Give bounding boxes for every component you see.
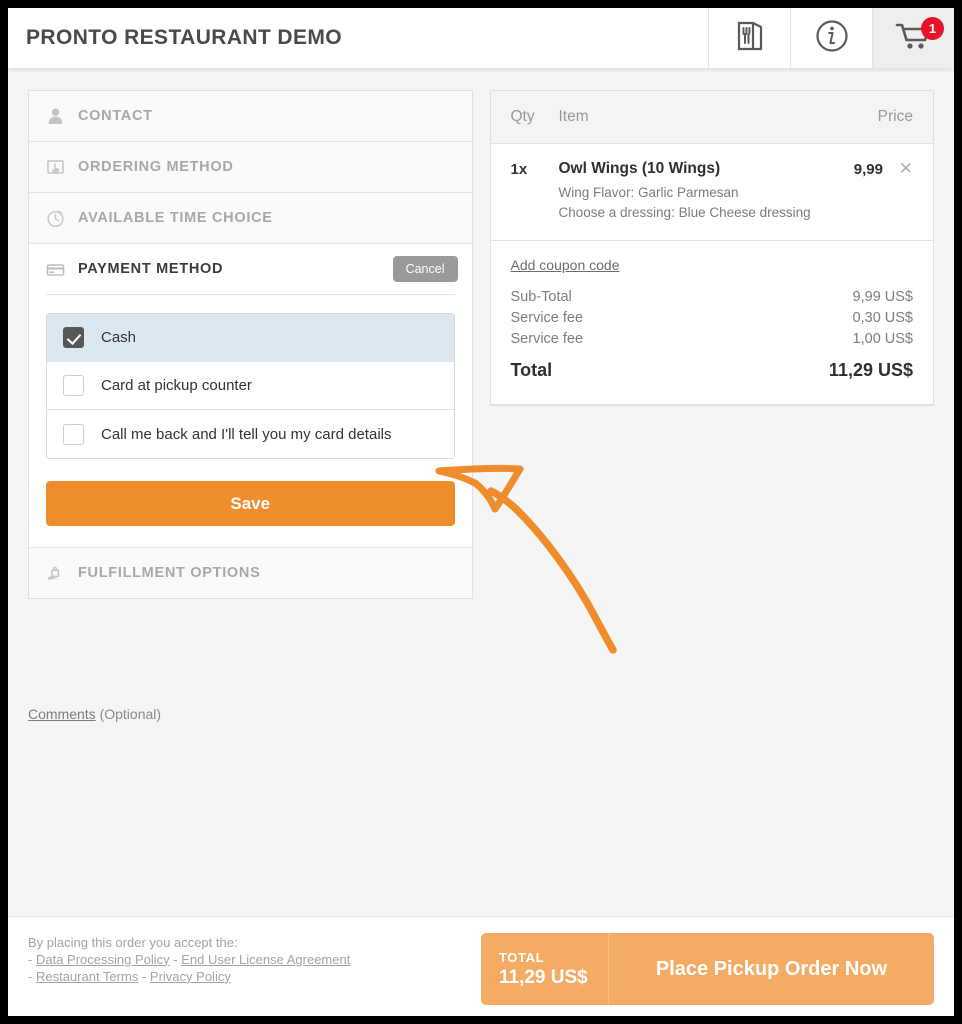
order-button-total: TOTAL 11,29 US$: [481, 933, 609, 1005]
section-header-contact[interactable]: CONTACT: [29, 91, 472, 141]
cart-item-option: Wing Flavor: Garlic Parmesan: [558, 185, 739, 200]
grand-total-label: Total: [510, 360, 553, 381]
section-label-payment-method: PAYMENT METHOD: [78, 261, 224, 277]
divider: [46, 294, 455, 295]
comments-optional-note: (Optional): [99, 706, 162, 722]
payment-option-label: Call me back and I'll tell you my card d…: [101, 425, 392, 443]
checkbox-card-at-pickup[interactable]: [63, 375, 84, 396]
order-button-cta-label: Place Pickup Order Now: [655, 957, 888, 980]
legal-text: By placing this order you accept the: - …: [28, 933, 481, 986]
save-button[interactable]: Save: [46, 481, 455, 526]
cart-item-price: 9,99: [853, 161, 883, 178]
payment-option-cash[interactable]: Cash: [47, 314, 454, 362]
order-summary-panel: Qty Item Price 1x Owl Wings (10 Wings) W…: [489, 90, 934, 406]
section-label-available-time-choice: AVAILABLE TIME CHOICE: [78, 210, 273, 226]
total-label: Sub-Total: [510, 288, 572, 305]
cart-button[interactable]: 1: [872, 8, 954, 68]
menu-book-icon: [736, 21, 764, 56]
end-user-license-agreement-link[interactable]: End User License Agreement: [181, 952, 350, 967]
total-label: Service fee: [510, 330, 584, 347]
payment-option-call-me-back[interactable]: Call me back and I'll tell you my card d…: [47, 410, 454, 458]
add-coupon-code-link[interactable]: Add coupon code: [511, 257, 620, 273]
total-row-service-fee-2: Service fee 1,00 US$: [511, 328, 914, 349]
legal-dash: -: [141, 968, 147, 984]
section-label-ordering-method: ORDERING METHOD: [78, 159, 234, 175]
grand-total-value: 11,29 US$: [828, 360, 913, 381]
cart-item-name: Owl Wings (10 Wings): [558, 160, 721, 177]
app-window: PRONTO RESTAURANT DEMO 1 CONTACT ORDERIN…: [8, 8, 954, 1016]
hand-screen-icon: [46, 158, 65, 177]
app-footer: By placing this order you accept the: - …: [8, 916, 954, 1016]
section-header-payment-method[interactable]: PAYMENT METHOD Cancel: [29, 244, 472, 294]
app-header: PRONTO RESTAURANT DEMO 1: [8, 8, 954, 68]
legal-dash: -: [28, 951, 33, 967]
column-header-item: Item: [558, 108, 589, 125]
sidebar-item-payment-method: PAYMENT METHOD Cancel Cash Card at picku…: [29, 244, 472, 548]
sidebar-item-fulfillment-options[interactable]: FULFILLMENT OPTIONS: [29, 548, 472, 598]
payment-option-card-at-pickup[interactable]: Card at pickup counter: [47, 362, 454, 410]
section-label-contact: CONTACT: [78, 108, 153, 124]
menu-book-button[interactable]: [708, 8, 790, 68]
legal-links-line-2: - Restaurant Terms - Privacy Policy: [28, 969, 481, 986]
payment-option-label: Card at pickup counter: [101, 377, 252, 394]
section-header-available-time-choice[interactable]: AVAILABLE TIME CHOICE: [29, 193, 472, 243]
total-value: 1,00 US$: [852, 330, 913, 347]
order-totals: Add coupon code Sub-Total 9,99 US$ Servi…: [490, 241, 933, 405]
section-header-fulfillment-options[interactable]: FULFILLMENT OPTIONS: [29, 548, 472, 598]
restaurant-terms-link[interactable]: Restaurant Terms: [36, 969, 138, 984]
payment-option-label: Cash: [101, 329, 137, 346]
info-circle-icon: [815, 19, 849, 58]
cart-item-details: Owl Wings (10 Wings) Wing Flavor: Garlic…: [559, 160, 854, 222]
checkout-content: CONTACT ORDERING METHOD AVAILABLE TIME C…: [8, 68, 954, 916]
cancel-button[interactable]: Cancel: [392, 256, 458, 282]
cart-count-badge: 1: [921, 17, 944, 40]
checkout-accordion: CONTACT ORDERING METHOD AVAILABLE TIME C…: [28, 90, 473, 599]
table-row: 1x Owl Wings (10 Wings) Wing Flavor: Gar…: [490, 144, 933, 242]
shopping-bag-icon: [46, 564, 65, 583]
credit-card-icon: [46, 260, 65, 279]
cart-item-option: Choose a dressing: Blue Cheese dressing: [558, 204, 811, 220]
checkbox-cash[interactable]: [63, 327, 84, 348]
legal-links-line-1: - Data Processing Policy - End User Lice…: [28, 952, 481, 969]
page-title: PRONTO RESTAURANT DEMO: [26, 26, 343, 49]
order-button-total-label: TOTAL: [499, 949, 545, 965]
info-button[interactable]: [790, 8, 872, 68]
checkbox-call-me-back[interactable]: [63, 423, 84, 445]
total-value: 9,99 US$: [852, 288, 913, 305]
data-processing-policy-link[interactable]: Data Processing Policy: [36, 952, 170, 967]
total-label: Service fee: [510, 309, 584, 326]
clock-icon: [46, 209, 65, 228]
order-button-total-value: 11,29 US$: [499, 966, 588, 988]
total-row-sub-total: Sub-Total 9,99 US$: [511, 286, 914, 307]
section-header-ordering-method[interactable]: ORDERING METHOD: [29, 142, 472, 192]
payment-method-body: Cash Card at pickup counter Call me back…: [29, 294, 472, 526]
cart-item-qty: 1x: [510, 161, 528, 178]
privacy-policy-link[interactable]: Privacy Policy: [150, 969, 231, 984]
total-value: 0,30 US$: [852, 309, 913, 326]
legal-intro: By placing this order you accept the:: [28, 935, 238, 950]
sidebar-item-contact[interactable]: CONTACT: [29, 91, 472, 142]
close-icon[interactable]: ✕: [883, 159, 913, 222]
comments-row: Comments (Optional): [28, 706, 161, 722]
column-header-price: Price: [877, 108, 913, 125]
total-row-service-fee-1: Service fee 0,30 US$: [511, 307, 914, 328]
column-header-qty: Qty: [510, 108, 535, 125]
cart-table-header: Qty Item Price: [490, 91, 933, 144]
sidebar-item-available-time-choice[interactable]: AVAILABLE TIME CHOICE: [29, 193, 472, 244]
comments-link[interactable]: Comments: [28, 706, 96, 722]
person-icon: [46, 107, 65, 126]
legal-dash: -: [28, 968, 33, 984]
payment-options-list: Cash Card at pickup counter Call me back…: [46, 313, 455, 459]
legal-dash: -: [173, 951, 178, 967]
total-row-grand: Total 11,29 US$: [511, 349, 914, 384]
place-order-button[interactable]: TOTAL 11,29 US$ Place Pickup Order Now: [481, 933, 934, 1005]
section-label-fulfillment-options: FULFILLMENT OPTIONS: [78, 565, 261, 581]
sidebar-item-ordering-method[interactable]: ORDERING METHOD: [29, 142, 472, 193]
